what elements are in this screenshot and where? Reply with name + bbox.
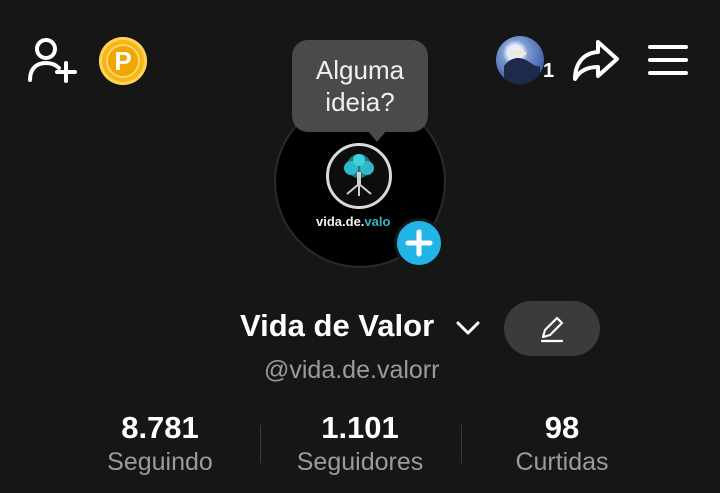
stat-following-label: Seguindo bbox=[107, 448, 213, 476]
tree-logo bbox=[326, 143, 392, 209]
tree-icon bbox=[344, 154, 374, 196]
stat-likes-value: 98 bbox=[544, 410, 580, 445]
plus-icon bbox=[405, 229, 433, 257]
menu-icon[interactable] bbox=[647, 42, 689, 78]
stat-following[interactable]: 8.781 Seguindo bbox=[90, 410, 230, 478]
stat-following-value: 8.781 bbox=[121, 410, 199, 445]
tooltip-tail bbox=[367, 130, 387, 142]
story-avatar[interactable] bbox=[496, 36, 544, 84]
stat-followers-label: Seguidores bbox=[296, 448, 424, 476]
stat-likes-label: Curtidas bbox=[515, 448, 609, 476]
story-count: 1 bbox=[543, 60, 555, 82]
display-name[interactable]: Vida de Valor bbox=[240, 308, 434, 344]
stat-followers[interactable]: 1.101 Seguidores bbox=[285, 410, 435, 478]
idea-tooltip[interactable]: Alguma ideia? bbox=[292, 40, 428, 132]
tooltip-line-2: ideia? bbox=[325, 87, 395, 117]
username: @vida.de.valorr bbox=[264, 356, 440, 384]
stat-divider bbox=[260, 425, 261, 463]
logo-text-accent: valo bbox=[364, 214, 391, 229]
logo-text-main: vida.de. bbox=[316, 214, 365, 229]
add-photo-button[interactable] bbox=[394, 218, 444, 268]
chevron-down-icon[interactable] bbox=[455, 318, 481, 338]
edit-profile-button[interactable] bbox=[504, 301, 600, 356]
coin-icon[interactable]: P bbox=[99, 37, 147, 85]
stat-divider bbox=[461, 425, 462, 463]
share-icon[interactable] bbox=[572, 38, 620, 82]
coin-letter: P bbox=[106, 44, 140, 78]
logo-text: vida.de.valo bbox=[316, 214, 390, 229]
tooltip-line-1: Alguma bbox=[315, 55, 405, 85]
pencil-icon bbox=[540, 316, 564, 343]
stat-likes[interactable]: 98 Curtidas bbox=[492, 410, 632, 478]
stat-followers-value: 1.101 bbox=[321, 410, 399, 445]
story-avatar-image bbox=[504, 50, 540, 84]
add-friend-icon[interactable] bbox=[26, 36, 78, 84]
